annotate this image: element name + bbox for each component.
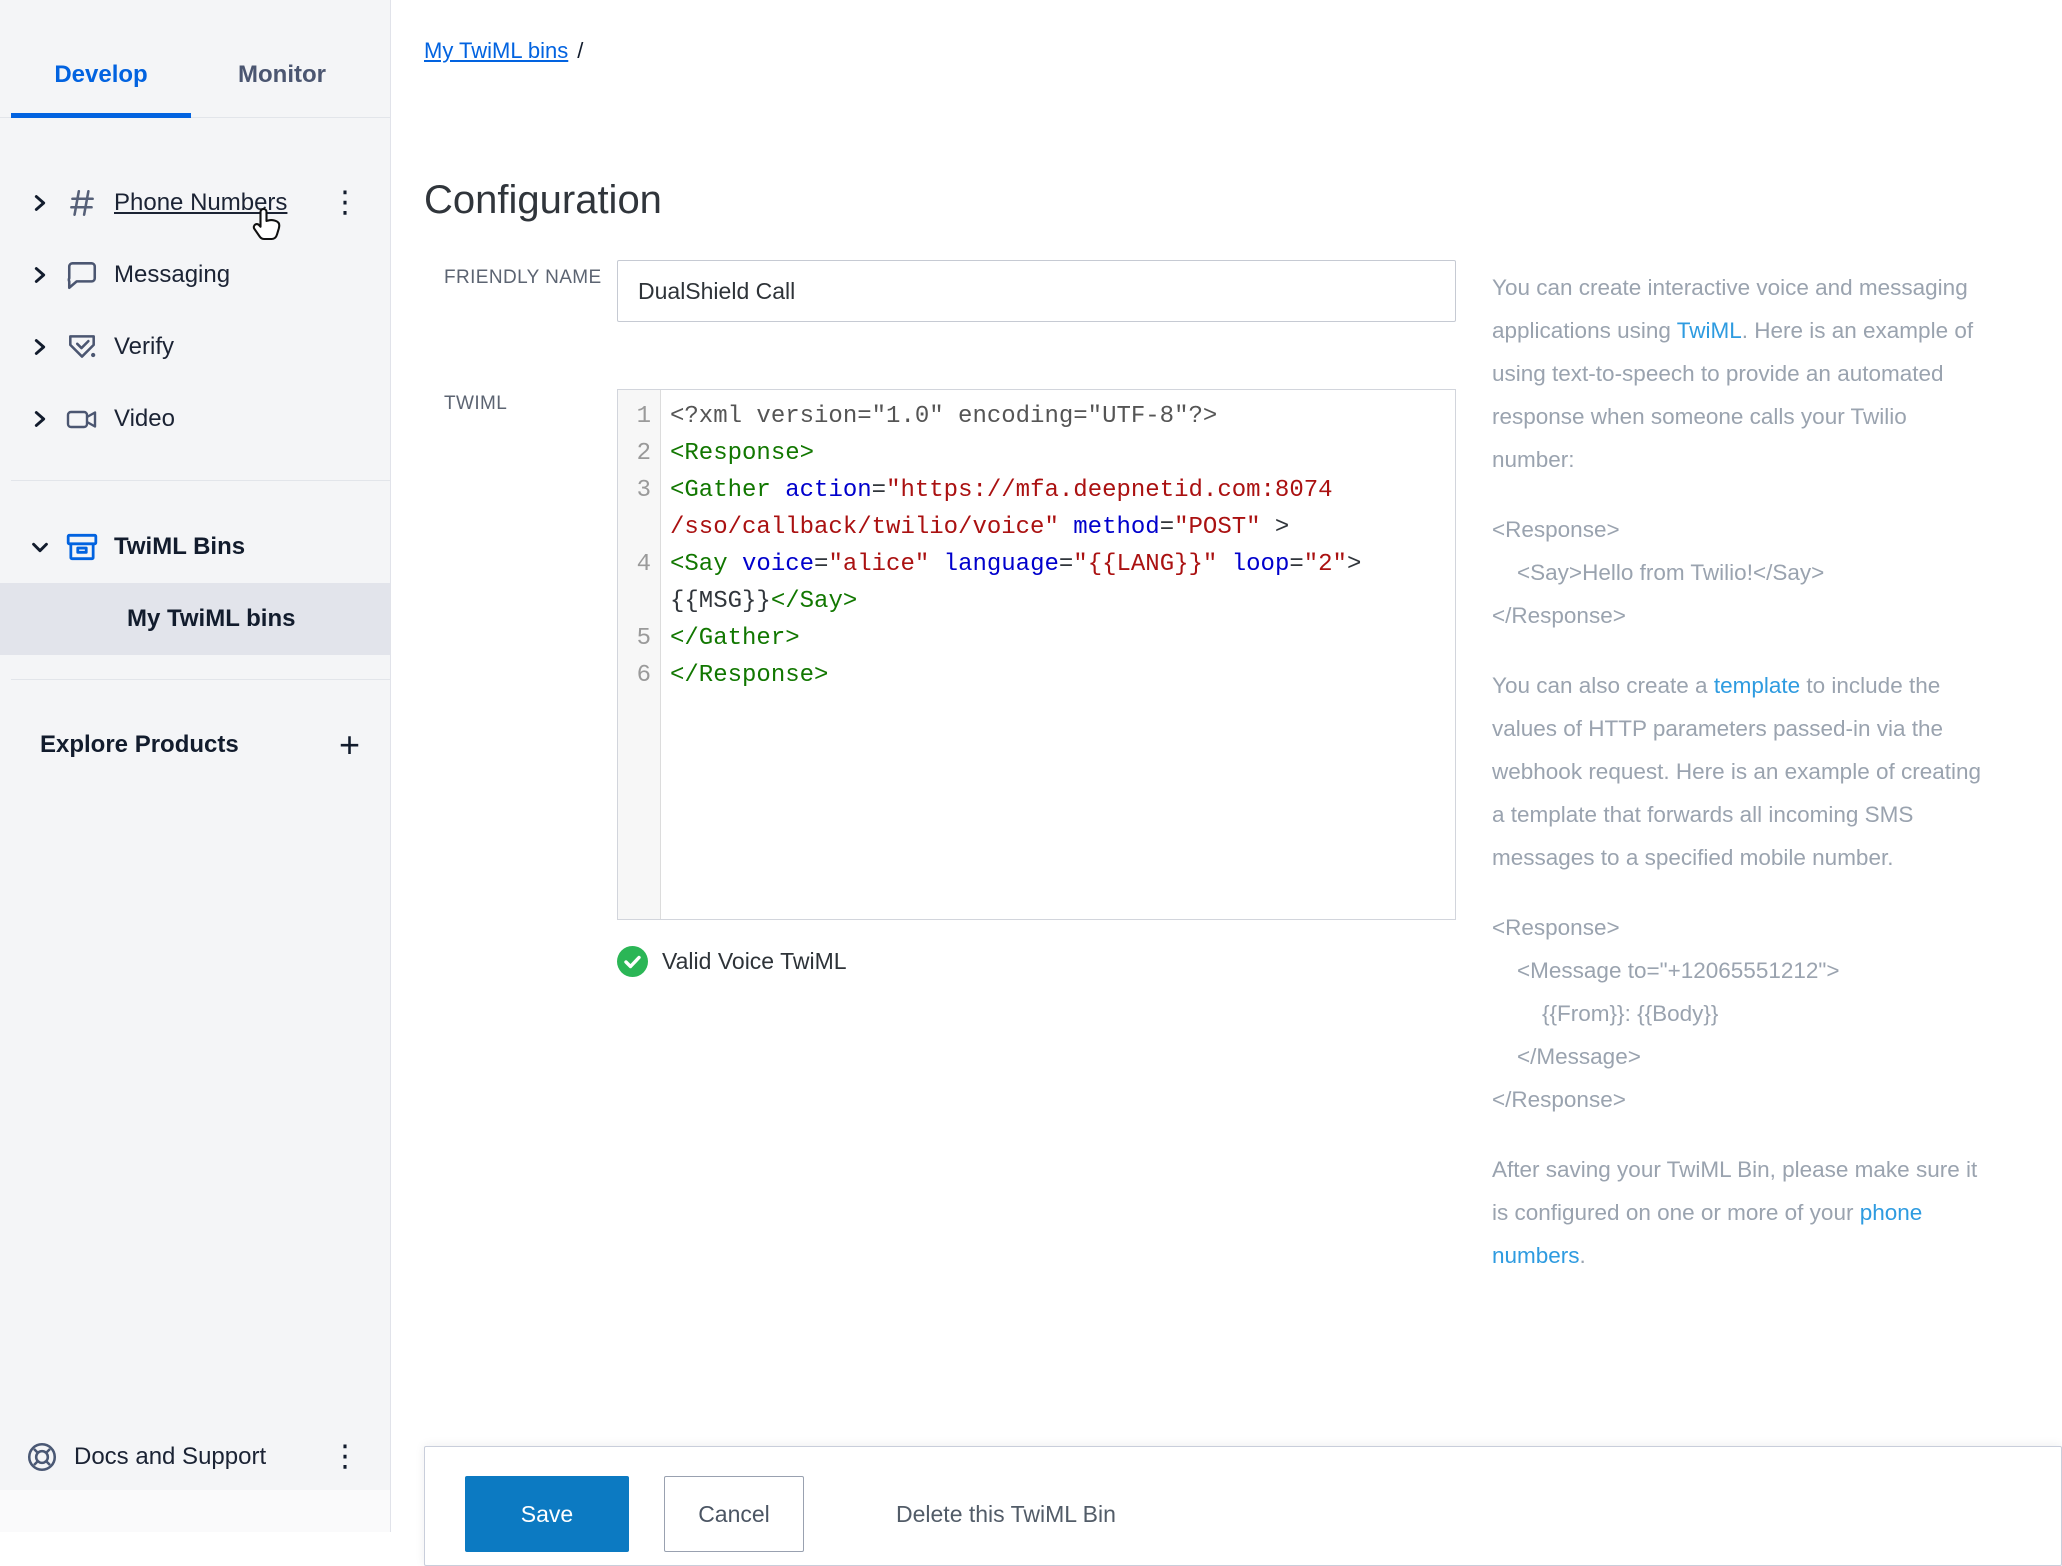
sidebar-item-docs-and-support[interactable]: Docs and Support ⋮ xyxy=(0,1421,390,1493)
help-paragraph: After saving your TwiML Bin, please make… xyxy=(1492,1148,1994,1277)
sidebar-item-messaging[interactable]: Messaging xyxy=(0,239,390,311)
delete-twiml-bin-button[interactable]: Delete this TwiML Bin xyxy=(896,1476,1116,1552)
code-line: {{MSG}}</Say> xyxy=(618,583,1455,620)
code-line: 1<?xml version="1.0" encoding="UTF-8"?> xyxy=(618,398,1455,435)
breadcrumb-link-my-twiml-bins[interactable]: My TwiML bins xyxy=(424,38,568,63)
code-text: </Response> xyxy=(660,657,828,694)
help-paragraph: You can also create a template to includ… xyxy=(1492,664,1994,879)
sidebar-item-verify[interactable]: Verify xyxy=(0,311,390,383)
sidebar-item-label: Verify xyxy=(114,333,174,361)
line-number: 3 xyxy=(618,472,660,509)
shield-check-icon xyxy=(64,330,100,364)
chevron-right-icon xyxy=(29,190,51,216)
line-number xyxy=(618,509,660,546)
chat-bubble-icon xyxy=(64,258,100,292)
line-number xyxy=(618,583,660,620)
line-number: 4 xyxy=(618,546,660,583)
life-ring-icon xyxy=(24,1440,60,1474)
sidebar-item-my-twiml-bins[interactable]: My TwiML bins xyxy=(0,583,390,655)
tab-develop[interactable]: Develop xyxy=(11,61,191,118)
help-panel: You can create interactive voice and mes… xyxy=(1492,266,1994,1304)
save-button[interactable]: Save xyxy=(465,1476,629,1552)
chevron-right-icon xyxy=(29,334,51,360)
twiml-label: TWIML xyxy=(444,388,604,419)
sidebar-tabs: Develop Monitor xyxy=(0,0,390,118)
code-text: <Say voice="alice" language="{{LANG}}" l… xyxy=(660,546,1361,583)
cancel-button[interactable]: Cancel xyxy=(664,1476,804,1552)
code-text: <Response> xyxy=(660,435,814,472)
code-line: 3<Gather action="https://mfa.deepnetid.c… xyxy=(618,472,1455,509)
chevron-right-icon xyxy=(29,262,51,288)
line-number: 1 xyxy=(618,398,660,435)
help-code-sample: <Response> <Say>Hello from Twilio!</Say>… xyxy=(1492,508,1994,637)
plus-icon[interactable]: + xyxy=(339,727,360,763)
hash-icon xyxy=(64,186,100,220)
help-code-sample: <Response> <Message to="+12065551212"> {… xyxy=(1492,906,1994,1121)
code-text: <?xml version="1.0" encoding="UTF-8"?> xyxy=(660,398,1217,435)
code-line: 6</Response> xyxy=(618,657,1455,694)
divider xyxy=(11,480,390,481)
sidebar-item-label: Phone Numbers xyxy=(114,189,287,217)
line-number: 5 xyxy=(618,620,660,657)
code-line: 5</Gather> xyxy=(618,620,1455,657)
sidebar-item-twiml-bins[interactable]: TwiML Bins xyxy=(0,511,390,583)
help-link-twiml[interactable]: TwiML xyxy=(1677,318,1742,343)
tab-monitor[interactable]: Monitor xyxy=(238,61,326,118)
sidebar-item-label: TwiML Bins xyxy=(114,533,245,561)
sidebar-item-phone-numbers[interactable]: Phone Numbers ⋮ xyxy=(0,167,390,239)
line-number: 2 xyxy=(618,435,660,472)
video-camera-icon xyxy=(64,402,100,436)
editor-lines: 1<?xml version="1.0" encoding="UTF-8"?>2… xyxy=(618,398,1455,694)
help-link-template[interactable]: template xyxy=(1714,673,1800,698)
twiml-code-editor[interactable]: 1<?xml version="1.0" encoding="UTF-8"?>2… xyxy=(617,389,1456,920)
friendly-name-label: FRIENDLY NAME xyxy=(444,262,604,293)
code-text: <Gather action="https://mfa.deepnetid.co… xyxy=(660,472,1333,509)
page-title: Configuration xyxy=(424,178,662,223)
friendly-name-input[interactable] xyxy=(617,260,1456,322)
divider xyxy=(11,679,390,680)
chevron-right-icon xyxy=(29,406,51,432)
sidebar-item-label: Messaging xyxy=(114,261,230,289)
code-text: </Gather> xyxy=(660,620,800,657)
help-link-phone-numbers[interactable]: phone numbers xyxy=(1492,1200,1922,1268)
chevron-down-icon xyxy=(29,535,51,559)
sidebar-footer xyxy=(0,1490,390,1532)
code-line: 4<Say voice="alice" language="{{LANG}}" … xyxy=(618,546,1455,583)
breadcrumb-separator: / xyxy=(577,38,583,63)
sidebar: Develop Monitor Phone Numbers ⋮ Messaging V… xyxy=(0,0,391,1532)
bin-box-icon xyxy=(64,530,100,564)
breadcrumb: My TwiML bins / xyxy=(424,38,583,64)
sidebar-item-video[interactable]: Video xyxy=(0,383,390,455)
code-text: {{MSG}}</Say> xyxy=(660,583,857,620)
sidebar-item-label: Docs and Support xyxy=(74,1443,266,1471)
help-paragraph: You can create interactive voice and mes… xyxy=(1492,266,1994,481)
kebab-menu-icon[interactable]: ⋮ xyxy=(330,1442,360,1472)
line-number: 6 xyxy=(618,657,660,694)
validation-status: Valid Voice TwiML xyxy=(617,946,847,977)
code-text: /sso/callback/twilio/voice" method="POST… xyxy=(660,509,1289,546)
explore-products-section: Explore Products + xyxy=(0,709,390,781)
kebab-menu-icon[interactable]: ⋮ xyxy=(330,188,360,218)
code-line: /sso/callback/twilio/voice" method="POST… xyxy=(618,509,1455,546)
check-circle-icon xyxy=(617,946,648,977)
explore-products-label: Explore Products xyxy=(40,731,239,759)
validation-label: Valid Voice TwiML xyxy=(662,948,847,975)
sidebar-item-label: My TwiML bins xyxy=(127,605,295,633)
sidebar-item-label: Video xyxy=(114,405,175,433)
code-line: 2<Response> xyxy=(618,435,1455,472)
footer-bar: Save Cancel Delete this TwiML Bin xyxy=(424,1446,2062,1566)
